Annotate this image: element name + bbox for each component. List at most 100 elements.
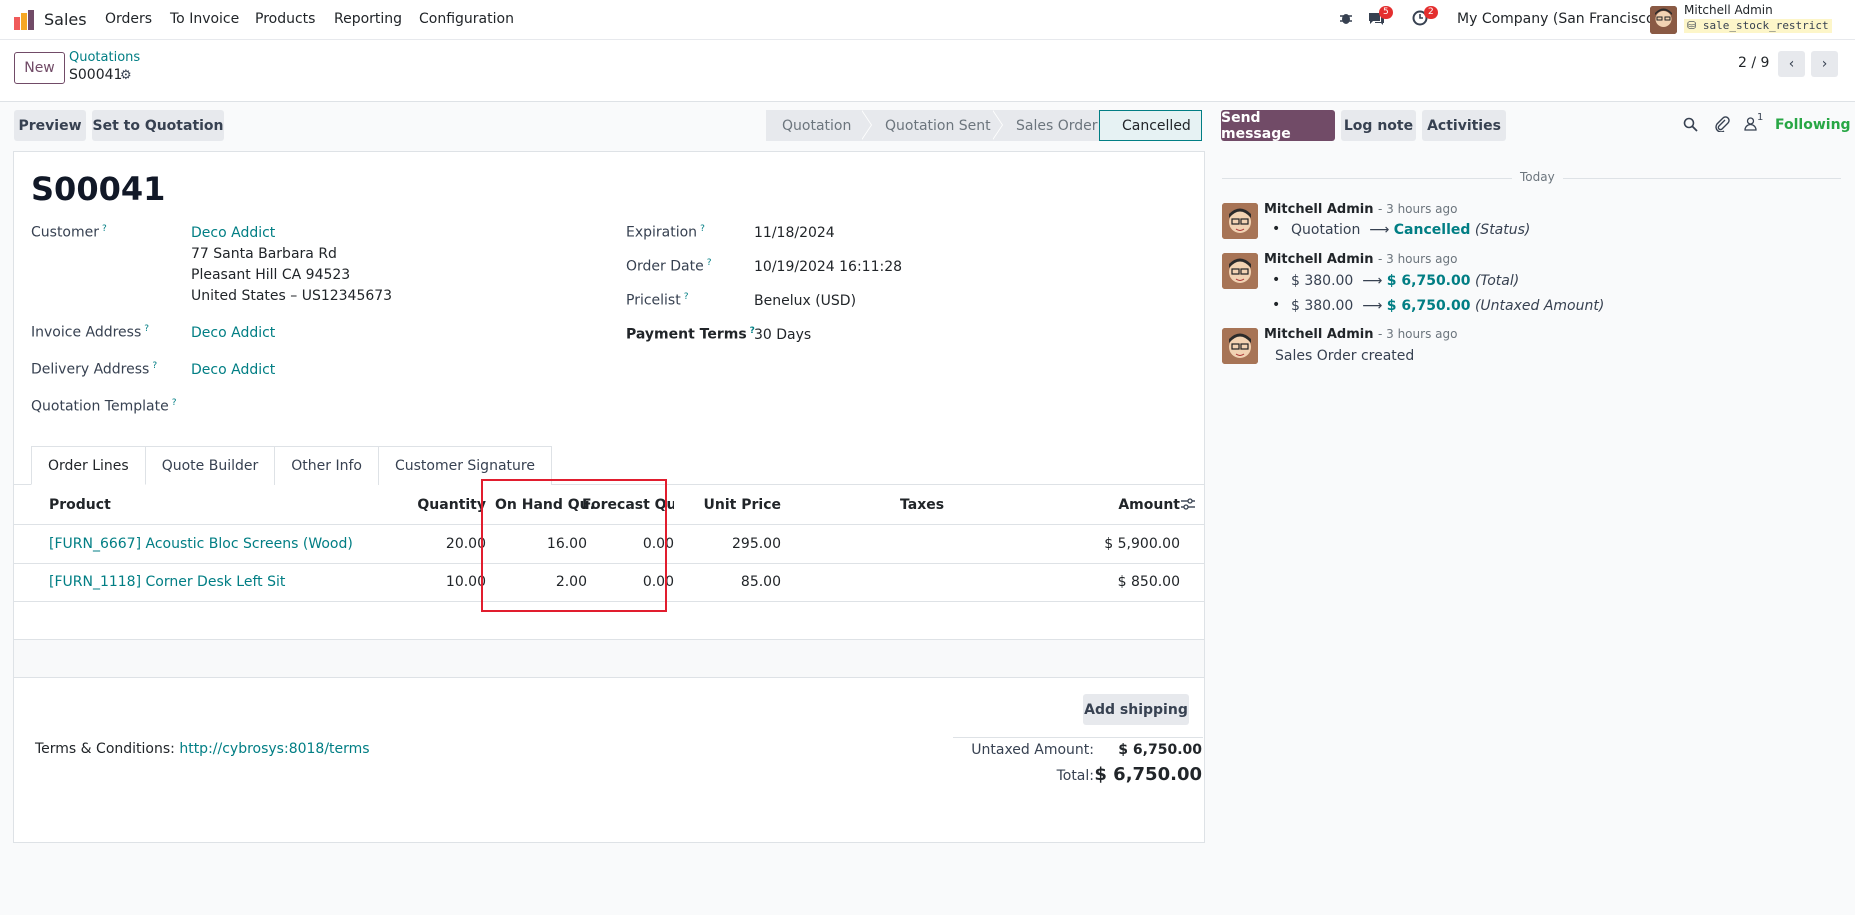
menu-configuration[interactable]: Configuration <box>419 11 514 27</box>
pager-next-button[interactable]: › <box>1811 51 1838 77</box>
chevron-left-icon: ‹ <box>1788 56 1795 72</box>
activities-clock-icon[interactable]: 2 <box>1412 6 1438 30</box>
customer-field[interactable]: Deco Addict <box>191 225 275 241</box>
delivery-address-field[interactable]: Deco Addict <box>191 362 275 378</box>
col-amount[interactable]: Amount <box>1114 497 1180 513</box>
author-name[interactable]: Mitchell Admin <box>1264 327 1373 342</box>
payment-terms-label-text: Payment Terms <box>626 326 747 343</box>
status-bar: Quotation Quotation Sent Sales Order Can… <box>766 110 1202 141</box>
terms-link[interactable]: http://cybrosys:8018/terms <box>179 741 369 757</box>
user-name[interactable]: Mitchell Admin <box>1684 3 1773 17</box>
set-to-quotation-button[interactable]: Set to Quotation <box>92 110 224 141</box>
tab-other-info[interactable]: Other Info <box>275 446 379 485</box>
stage-quotation[interactable]: Quotation <box>766 110 872 141</box>
message-time: - 3 hours ago <box>1377 327 1458 341</box>
message-author[interactable]: Mitchell Admin - 3 hours ago <box>1264 327 1457 342</box>
top-navbar: Sales Orders To Invoice Products Reporti… <box>0 0 1855 40</box>
col-quantity[interactable]: Quantity <box>416 497 486 513</box>
avatar[interactable] <box>1222 328 1258 364</box>
author-name[interactable]: Mitchell Admin <box>1264 252 1373 267</box>
row-unit-price[interactable]: 85.00 <box>694 574 781 590</box>
arrow-right-icon: ⟶ <box>1357 273 1387 289</box>
stage-sales-order[interactable]: Sales Order <box>992 110 1099 141</box>
field-name: (Untaxed Amount) <box>1474 298 1605 314</box>
new-value: Cancelled <box>1393 222 1471 238</box>
following-button[interactable]: Following <box>1775 117 1851 133</box>
menu-orders[interactable]: Orders <box>105 11 152 27</box>
field-name: (Status) <box>1474 222 1531 238</box>
pricelist-field[interactable]: Benelux (USD) <box>754 293 856 309</box>
activities-button[interactable]: Activities <box>1422 110 1506 141</box>
company-switcher[interactable]: My Company (San Francisco) <box>1457 11 1660 27</box>
paperclip-icon[interactable] <box>1715 116 1730 136</box>
search-icon[interactable] <box>1683 117 1698 136</box>
menu-to-invoice[interactable]: To Invoice <box>170 11 239 27</box>
new-button[interactable]: New <box>14 52 65 84</box>
database-tag: ⛁ sale_stock_restrict <box>1684 19 1832 33</box>
invoice-address-field[interactable]: Deco Addict <box>191 325 275 341</box>
help-icon[interactable]: ? <box>144 324 149 334</box>
expiration-field[interactable]: 11/18/2024 <box>754 225 835 241</box>
order-date-field[interactable]: 10/19/2024 16:11:28 <box>754 259 902 275</box>
quotation-template-label: Quotation Template? <box>31 398 176 415</box>
arrow-right-icon: ⟶ <box>1364 222 1394 238</box>
row-quantity[interactable]: 20.00 <box>416 536 486 552</box>
avatar[interactable] <box>1222 253 1258 289</box>
tab-order-lines[interactable]: Order Lines <box>31 446 146 485</box>
breadcrumb-current: S00041 <box>69 67 123 83</box>
highlight-box <box>481 479 667 612</box>
order-date-label: Order Date? <box>626 258 711 275</box>
terms-and-conditions: Terms & Conditions: http://cybrosys:8018… <box>35 741 370 757</box>
pager-previous-button[interactable]: ‹ <box>1778 51 1805 77</box>
menu-reporting[interactable]: Reporting <box>334 11 402 27</box>
row-product[interactable]: [FURN_1118] Corner Desk Left Sit <box>49 574 285 590</box>
message-author[interactable]: Mitchell Admin - 3 hours ago <box>1264 202 1457 217</box>
row-quantity[interactable]: 10.00 <box>416 574 486 590</box>
add-shipping-button[interactable]: Add shipping <box>1083 694 1189 725</box>
tracking-value: $ 380.00 ⟶ $ 6,750.00 (Untaxed Amount) <box>1291 298 1604 314</box>
col-product[interactable]: Product <box>49 497 111 513</box>
sales-app-icon[interactable] <box>13 9 35 31</box>
send-message-button[interactable]: Send message <box>1221 110 1335 142</box>
chevron-right-icon: › <box>1821 56 1828 72</box>
help-icon[interactable]: ? <box>684 292 689 302</box>
optional-columns-icon[interactable] <box>1180 496 1196 516</box>
col-unit-price[interactable]: Unit Price <box>694 497 781 513</box>
avatar[interactable] <box>1222 203 1258 239</box>
author-name[interactable]: Mitchell Admin <box>1264 202 1373 217</box>
quotation-template-label-text: Quotation Template <box>31 398 169 415</box>
help-icon[interactable]: ? <box>707 258 712 268</box>
messages-icon[interactable]: 5 <box>1367 6 1393 30</box>
stage-quotation-sent[interactable]: Quotation Sent <box>861 110 1003 141</box>
help-icon[interactable]: ? <box>152 361 157 371</box>
pager-value[interactable]: 2 / 9 <box>1738 55 1769 71</box>
gear-icon[interactable]: ⚙ <box>120 68 132 83</box>
bullet: • <box>1272 221 1281 237</box>
address-line-1: 77 Santa Barbara Rd <box>191 246 337 262</box>
message-author[interactable]: Mitchell Admin - 3 hours ago <box>1264 252 1457 267</box>
log-note-button[interactable]: Log note <box>1341 110 1416 141</box>
expiration-label: Expiration? <box>626 224 705 241</box>
payment-terms-field[interactable]: 30 Days <box>754 327 811 343</box>
help-icon[interactable]: ? <box>700 224 705 234</box>
followers-icon[interactable] <box>1744 117 1757 135</box>
stage-cancelled[interactable]: Cancelled <box>1099 110 1202 141</box>
debug-bug-icon[interactable] <box>1338 10 1358 30</box>
totals-divider <box>953 737 1203 738</box>
help-icon[interactable]: ? <box>102 224 107 234</box>
app-name[interactable]: Sales <box>44 10 87 29</box>
row-unit-price[interactable]: 295.00 <box>694 536 781 552</box>
bullet: • <box>1272 272 1281 288</box>
col-taxes[interactable]: Taxes <box>900 497 944 513</box>
user-avatar[interactable] <box>1650 6 1677 34</box>
breadcrumb-quotations[interactable]: Quotations <box>69 50 140 65</box>
tab-quote-builder[interactable]: Quote Builder <box>145 446 276 485</box>
menu-products[interactable]: Products <box>255 11 315 27</box>
message-body: Sales Order created <box>1275 348 1415 364</box>
row-product[interactable]: [FURN_6667] Acoustic Bloc Screens (Wood) <box>49 536 353 552</box>
expiration-label-text: Expiration <box>626 224 698 241</box>
preview-button[interactable]: Preview <box>14 110 86 141</box>
address-line-2: Pleasant Hill CA 94523 <box>191 267 351 283</box>
help-icon[interactable]: ? <box>172 398 177 408</box>
bullet: • <box>1272 297 1281 313</box>
